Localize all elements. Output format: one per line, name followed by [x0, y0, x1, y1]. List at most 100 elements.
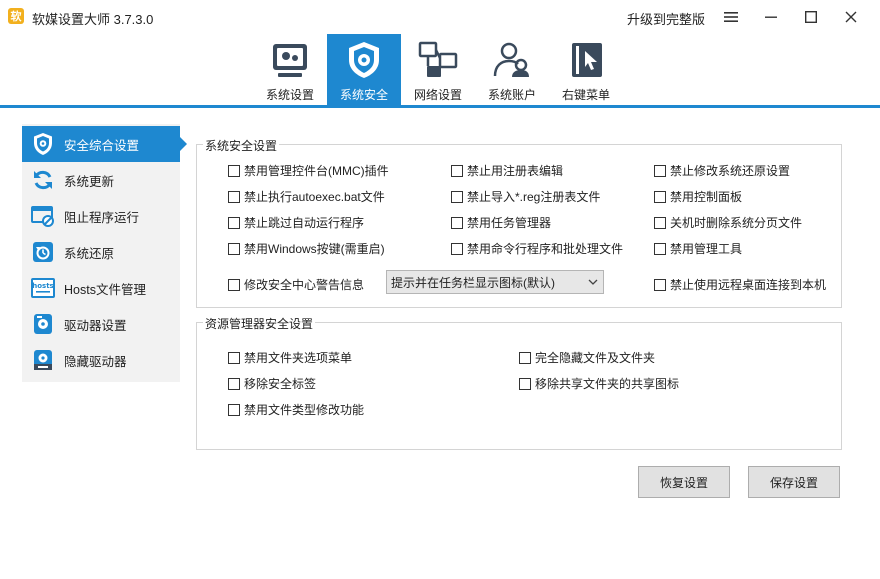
tab-label: 网络设置 [413, 88, 462, 102]
security-center-dropdown[interactable]: 提示并在任务栏显示图标(默认) [386, 270, 604, 294]
checkbox-label: 完全隐藏文件及文件夹 [535, 351, 656, 365]
checkbox-box[interactable] [228, 377, 240, 390]
tab-label: 系统安全 [339, 88, 388, 102]
tab-label: 系统设置 [265, 88, 314, 102]
checkbox-box[interactable] [228, 242, 240, 255]
checkbox-disable-folder-options[interactable]: 禁用文件夹选项菜单 [228, 349, 352, 366]
title-bar: 软 软媒设置大师 3.7.3.0 升级到完整版 [0, 0, 880, 34]
checkbox-label: 禁用任务管理器 [467, 216, 552, 230]
sidebar: 安全综合设置 系统更新 阻止程序运行 系统还原 hosts Hosts文件管理 … [22, 124, 187, 382]
tab-label: 系统账户 [487, 88, 536, 102]
checkbox-disable-control-panel[interactable]: 禁用控制面板 [654, 188, 742, 205]
checkbox-security-center-alert[interactable]: 修改安全中心警告信息 [228, 276, 364, 293]
menu-button[interactable] [712, 0, 750, 34]
checkbox-label: 禁用Windows按键(需重启) [244, 242, 385, 256]
checkbox-clear-pagefile[interactable]: 关机时删除系统分页文件 [654, 214, 802, 231]
dropdown-value: 提示并在任务栏显示图标(默认) [391, 275, 555, 290]
checkbox-block-reg-import[interactable]: 禁止导入*.reg注册表文件 [451, 188, 600, 205]
checkbox-box[interactable] [451, 190, 463, 203]
checkbox-label: 禁止导入*.reg注册表文件 [467, 190, 601, 204]
shield-icon [34, 133, 52, 155]
checkbox-remove-share-icon[interactable]: 移除共享文件夹的共享图标 [519, 375, 679, 392]
sidebar-item-hosts-management[interactable]: hosts Hosts文件管理 [22, 270, 180, 306]
refresh-icon [34, 170, 52, 190]
maximize-button[interactable] [792, 0, 830, 34]
minimize-icon [765, 16, 777, 18]
checkbox-disable-mmc[interactable]: 禁用管理控件台(MMC)插件 [228, 162, 389, 179]
network-icon [418, 41, 458, 77]
window-title: 软媒设置大师 3.7.3.0 [32, 12, 154, 27]
checkbox-label: 禁用管理工具 [670, 242, 743, 256]
tab-system-accounts[interactable]: 系统账户 [475, 34, 549, 105]
checkbox-box[interactable] [519, 377, 531, 390]
checkbox-hide-files-completely[interactable]: 完全隐藏文件及文件夹 [519, 349, 655, 366]
upgrade-link[interactable]: 升级到完整版 [627, 9, 705, 28]
system-security-title: 系统安全设置 [203, 137, 280, 154]
sidebar-item-block-programs[interactable]: 阻止程序运行 [22, 198, 180, 234]
checkbox-remove-security-tab[interactable]: 移除安全标签 [228, 375, 316, 392]
sidebar-item-label: 安全综合设置 [64, 138, 140, 153]
checkbox-label: 禁止使用远程桌面连接到本机 [670, 278, 827, 292]
checkbox-label: 禁用文件类型修改功能 [244, 403, 365, 417]
app-logo-icon: 软 [8, 8, 24, 24]
tab-system-settings[interactable]: 系统设置 [253, 34, 327, 105]
checkbox-disable-admin-tools[interactable]: 禁用管理工具 [654, 240, 742, 257]
checkbox-box[interactable] [228, 403, 240, 416]
sidebar-item-label: 隐藏驱动器 [64, 354, 127, 369]
checkbox-box[interactable] [228, 190, 240, 203]
checkbox-box[interactable] [228, 351, 240, 364]
close-button[interactable] [832, 0, 870, 34]
checkbox-box[interactable] [654, 164, 666, 177]
hosts-icon: hosts [31, 278, 55, 298]
checkbox-block-autoexec[interactable]: 禁止执行autoexec.bat文件 [228, 188, 385, 205]
sidebar-item-hide-drives[interactable]: 隐藏驱动器 [22, 342, 180, 378]
sidebar-item-label: 系统更新 [64, 174, 115, 189]
block-window-icon [31, 206, 54, 227]
checkbox-box[interactable] [654, 216, 666, 229]
checkbox-box[interactable] [451, 216, 463, 229]
close-icon [845, 11, 857, 23]
checkbox-label: 禁用命令行程序和批处理文件 [467, 242, 624, 256]
checkbox-label: 移除安全标签 [244, 377, 317, 391]
sidebar-item-system-restore[interactable]: 系统还原 [22, 234, 180, 270]
checkbox-box[interactable] [451, 164, 463, 177]
cursor-menu-icon [572, 43, 602, 77]
checkbox-disable-cmd[interactable]: 禁用命令行程序和批处理文件 [451, 240, 623, 257]
tab-context-menu[interactable]: 右键菜单 [549, 34, 623, 105]
hide-drive-icon [34, 350, 52, 370]
checkbox-label: 禁止修改系统还原设置 [670, 164, 791, 178]
checkbox-block-remote-desktop[interactable]: 禁止使用远程桌面连接到本机 [654, 276, 826, 293]
svg-text:hosts: hosts [32, 282, 53, 290]
minimize-button[interactable] [752, 0, 790, 34]
checkbox-no-skip-autorun[interactable]: 禁止跳过自动运行程序 [228, 214, 364, 231]
sidebar-item-system-update[interactable]: 系统更新 [22, 162, 180, 198]
checkbox-box[interactable] [451, 242, 463, 255]
tab-label: 右键菜单 [561, 88, 610, 102]
chevron-down-icon [588, 279, 598, 285]
checkbox-disable-win-key[interactable]: 禁用Windows按键(需重启) [228, 240, 385, 257]
checkbox-box[interactable] [228, 216, 240, 229]
tab-system-security[interactable]: 系统安全 [327, 34, 401, 105]
checkbox-box[interactable] [519, 351, 531, 364]
checkbox-label: 修改安全中心警告信息 [244, 278, 365, 292]
checkbox-disable-regedit[interactable]: 禁止用注册表编辑 [451, 162, 563, 179]
drive-icon [34, 314, 52, 334]
checkbox-box[interactable] [654, 242, 666, 255]
sidebar-item-label: 阻止程序运行 [64, 210, 140, 225]
checkbox-lock-restore[interactable]: 禁止修改系统还原设置 [654, 162, 790, 179]
checkbox-box[interactable] [654, 190, 666, 203]
checkbox-box[interactable] [228, 164, 240, 177]
checkbox-disable-task-manager[interactable]: 禁用任务管理器 [451, 214, 551, 231]
maximize-icon [805, 11, 817, 23]
checkbox-label: 禁用管理控件台(MMC)插件 [244, 164, 389, 178]
checkbox-box[interactable] [228, 278, 240, 291]
checkbox-label: 禁止跳过自动运行程序 [244, 216, 365, 230]
save-settings-button[interactable]: 保存设置 [748, 466, 840, 498]
sidebar-item-drive-settings[interactable]: 驱动器设置 [22, 306, 180, 342]
sidebar-item-security-overview[interactable]: 安全综合设置 [22, 126, 187, 162]
tab-network-settings[interactable]: 网络设置 [401, 34, 475, 105]
checkbox-box[interactable] [654, 278, 666, 291]
users-icon [493, 42, 529, 77]
checkbox-lock-file-types[interactable]: 禁用文件类型修改功能 [228, 401, 364, 418]
restore-settings-button[interactable]: 恢复设置 [638, 466, 730, 498]
